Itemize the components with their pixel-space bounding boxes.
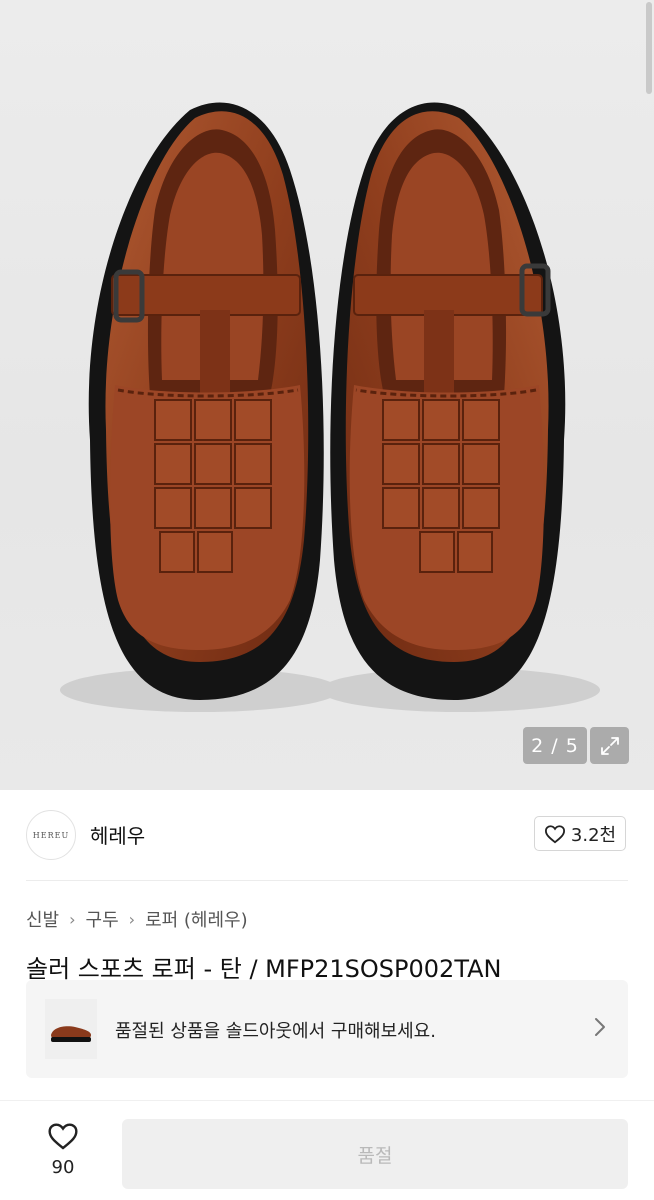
brand-like-button[interactable]: 3.2천	[534, 816, 626, 851]
left-loafer	[88, 102, 324, 700]
section-divider	[26, 880, 628, 881]
product-thumbnail	[45, 999, 97, 1059]
product-image-gallery[interactable]: 2 / 5	[0, 0, 654, 790]
wishlist-count: 90	[51, 1157, 75, 1178]
expand-icon	[600, 736, 619, 755]
brand-logo-text: HEREU	[32, 830, 70, 840]
bottom-bar-divider	[0, 1100, 654, 1101]
breadcrumb-item-loafers[interactable]: 로퍼 (헤레우)	[145, 906, 248, 932]
soldout-purchase-button[interactable]: 품절	[122, 1119, 628, 1189]
soldout-banner-text: 품절된 상품을 솔드아웃에서 구매해보세요.	[115, 1021, 436, 1042]
product-title: 솔러 스포츠 로퍼 - 탄 / MFP21SOSP002TAN	[26, 955, 502, 983]
chevron-right-icon: ›	[128, 909, 136, 929]
brand-name-link[interactable]: 헤레우	[90, 820, 145, 849]
right-loafer	[330, 102, 566, 700]
image-pager: 2 / 5	[523, 727, 587, 764]
page-scrollbar[interactable]	[646, 2, 652, 94]
brand-logo[interactable]: HEREU	[26, 810, 76, 860]
breadcrumb-item-dress-shoes[interactable]: 구두	[86, 906, 119, 932]
brand-row: HEREU 헤레우 3.2천	[0, 790, 654, 880]
heart-icon	[48, 1123, 78, 1150]
heart-icon	[544, 824, 565, 843]
soldout-banner[interactable]: 품절된 상품을 솔드아웃에서 구매해보세요.	[26, 980, 628, 1078]
chevron-right-icon: ›	[69, 909, 76, 929]
wishlist-button[interactable]: 90	[30, 1121, 96, 1185]
product-photo-loafers	[60, 102, 600, 712]
brand-like-count: 3.2천	[570, 824, 617, 846]
expand-image-button[interactable]	[590, 727, 629, 764]
breadcrumb: 신발 › 구두 › 로퍼 (헤레우)	[26, 906, 248, 932]
breadcrumb-item-shoes[interactable]: 신발	[26, 906, 59, 932]
chevron-right-icon	[595, 1018, 605, 1036]
